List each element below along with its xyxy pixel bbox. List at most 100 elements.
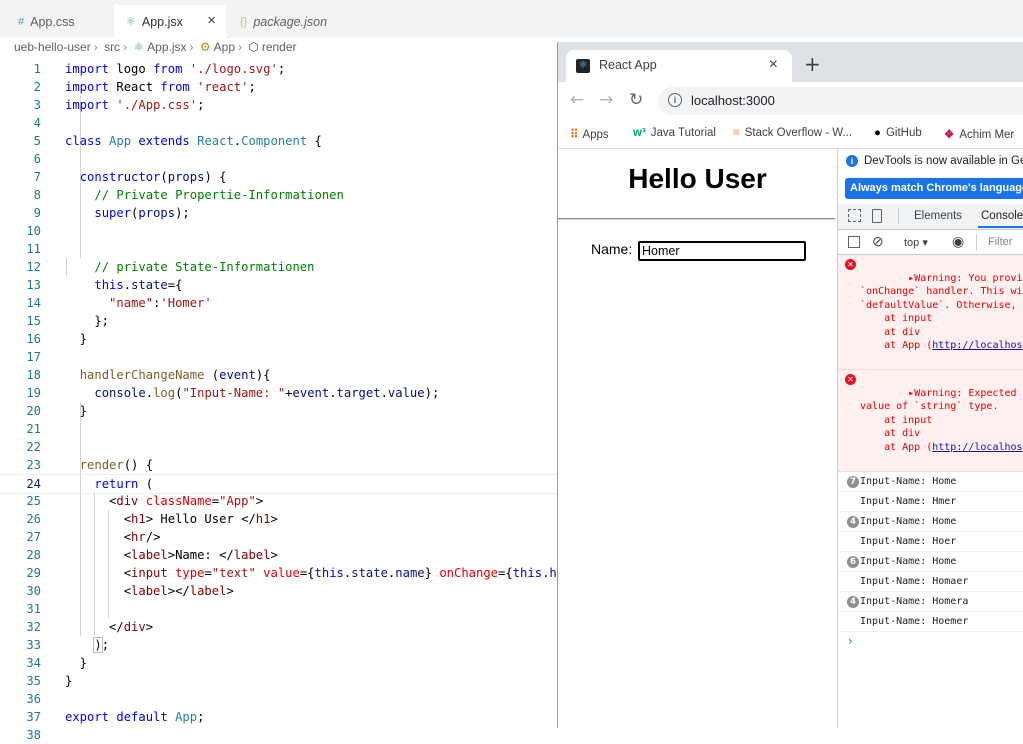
devtools-info-text: DevTools is now available in Ger xyxy=(864,155,1023,167)
browser-tab-strip: ⚛ React App × + xyxy=(558,42,1023,82)
code-line: 26 <h1> Hello User </h1> xyxy=(0,510,557,528)
console-log: Input-Name: Hoer xyxy=(838,532,1023,552)
bookmark-java-tutorial[interactable]: w³ Java Tutorial xyxy=(633,127,716,139)
line-number: 36 xyxy=(26,692,41,706)
line-number: 34 xyxy=(26,656,41,670)
code-editor[interactable]: # App.css ⚛ App.jsx × {} package.json ue… xyxy=(0,0,1023,742)
clear-console-icon[interactable]: ⊘ xyxy=(872,233,884,250)
repeat-count-badge: 4 xyxy=(847,515,859,528)
source-link[interactable]: http://localhos xyxy=(932,340,1022,351)
line-number: 2 xyxy=(33,80,41,94)
name-label: Name: xyxy=(591,241,633,257)
code-line: 35} xyxy=(0,672,557,690)
code-line: 32 </div> xyxy=(0,618,557,636)
devtools-info-bar: i DevTools is now available in Ger xyxy=(838,149,1023,173)
info-icon[interactable]: i xyxy=(668,93,682,107)
divider xyxy=(558,218,835,220)
css-file-icon: # xyxy=(18,15,25,28)
tab-app-jsx[interactable]: ⚛ App.jsx × xyxy=(114,5,226,38)
code-line: 6 xyxy=(0,150,557,168)
source-link[interactable]: http://localhos xyxy=(932,442,1022,453)
name-input[interactable] xyxy=(638,241,806,261)
tab-app-css[interactable]: # App.css xyxy=(18,5,114,38)
bookmark-github[interactable]: ● GitHub xyxy=(874,127,922,139)
browser-toolbar: ← → ↻ i localhost:3000 xyxy=(558,82,1023,120)
info-icon: i xyxy=(846,155,858,167)
chevron-right-icon: › xyxy=(123,40,128,54)
tab-label: App.jsx xyxy=(141,14,183,29)
code-line: 20 } xyxy=(0,402,557,420)
line-number: 12 xyxy=(26,260,41,274)
tab-label: App.css xyxy=(30,14,75,29)
bookmark-stack-overflow[interactable]: ≡ Stack Overflow - W... xyxy=(733,127,852,139)
code-line: 16 } xyxy=(0,330,557,348)
code-line: 18 handlerChangeName (event){ xyxy=(0,366,557,384)
console-messages: ✕▸Warning: You provided a ` `onChange` h… xyxy=(838,255,1023,650)
repeat-count-badge: 7 xyxy=(847,475,859,488)
line-number: 13 xyxy=(26,278,41,292)
filter-input[interactable]: Filter xyxy=(988,236,1012,248)
chevron-right-icon: › xyxy=(189,40,194,54)
react-logo-icon: ⚛ xyxy=(576,59,590,73)
code-line-current: 24 return ( xyxy=(0,474,557,494)
code-line: 28 <label>Name: </label> xyxy=(0,546,557,564)
line-number: 25 xyxy=(26,494,41,508)
web-page: Hello User Name: xyxy=(558,149,837,728)
page-heading: Hello User xyxy=(628,163,767,194)
toolbar-separator xyxy=(898,208,899,224)
breadcrumb-item[interactable]: render xyxy=(262,40,297,54)
browser-tab-title: React App xyxy=(599,58,657,72)
code-line: 3 import './App.css'; xyxy=(0,96,557,114)
eye-icon[interactable]: ◉ xyxy=(952,233,964,250)
line-number: 1 xyxy=(33,62,41,76)
line-number: 21 xyxy=(26,422,41,436)
browser-tab[interactable]: ⚛ React App × xyxy=(566,50,792,82)
code-line: 7 constructor(props) { xyxy=(0,168,557,186)
code-line: 38 xyxy=(0,726,557,744)
code-line: 9 super(props); xyxy=(0,204,557,222)
bookmark-apps[interactable]: ⠿ Apps xyxy=(570,127,609,141)
breadcrumb-item[interactable]: src xyxy=(104,40,120,54)
error-icon: ✕ xyxy=(845,259,856,270)
code-line: 12 // private State-Informationen xyxy=(0,258,557,276)
console-log: 4 Input-Name: Homera xyxy=(838,592,1023,612)
tab-package-json[interactable]: {} package.json xyxy=(240,5,340,38)
tab-console[interactable]: Console xyxy=(981,210,1023,222)
active-tab-indicator xyxy=(978,226,1023,228)
breadcrumb-item[interactable]: App.jsx xyxy=(147,40,186,54)
reload-icon[interactable]: ↻ xyxy=(629,90,643,110)
address-bar[interactable]: i localhost:3000 xyxy=(658,87,1023,115)
context-selector[interactable]: top ▾ xyxy=(904,236,928,249)
console-prompt[interactable]: › xyxy=(838,632,1023,650)
bookmark-achim[interactable]: ❖ Achim Mer xyxy=(944,127,1014,141)
device-toolbar-icon[interactable] xyxy=(872,209,882,223)
console-log: Input-Name: Homaer xyxy=(838,572,1023,592)
code-line: 29 <input type="text" value={this.state.… xyxy=(0,564,557,582)
breadcrumb-item[interactable]: App xyxy=(214,40,235,54)
code-line: 10 xyxy=(0,222,557,240)
bookmark-logo-icon: ❖ xyxy=(944,129,955,141)
code-line: 17 xyxy=(0,348,557,366)
line-number: 7 xyxy=(33,170,41,184)
breadcrumb-item[interactable]: ueb-hello-user xyxy=(14,40,91,54)
console-log: 7 Input-Name: Home xyxy=(838,472,1023,492)
close-tab-icon[interactable]: × xyxy=(207,12,216,29)
inspect-element-icon[interactable] xyxy=(848,209,861,222)
line-number: 22 xyxy=(26,440,41,454)
line-number: 23 xyxy=(26,458,41,472)
breadcrumb: ueb-hello-user › src › ⚛ App.jsx › ⚙ App › ⬡ re… xyxy=(14,40,300,58)
new-tab-button[interactable]: + xyxy=(804,52,821,76)
line-number: 26 xyxy=(26,512,41,526)
editor-tab-bar: # App.css ⚛ App.jsx × {} package.json xyxy=(0,0,1023,38)
tab-label: package.json xyxy=(253,14,328,29)
match-language-button[interactable]: Always match Chrome's language xyxy=(845,178,1023,199)
console-warning[interactable]: ✕▸Warning: You provided a ` `onChange` h… xyxy=(838,255,1023,370)
close-tab-icon[interactable]: × xyxy=(769,56,778,74)
forward-arrow-icon[interactable]: → xyxy=(599,90,613,110)
console-warning[interactable]: ✕▸Warning: Expected `onChan value of `st… xyxy=(838,370,1023,472)
back-arrow-icon[interactable]: ← xyxy=(570,90,584,110)
tab-elements[interactable]: Elements xyxy=(914,210,962,222)
line-number: 10 xyxy=(26,224,41,238)
sidebar-toggle-icon[interactable] xyxy=(848,236,860,248)
line-number: 24 xyxy=(26,477,41,491)
